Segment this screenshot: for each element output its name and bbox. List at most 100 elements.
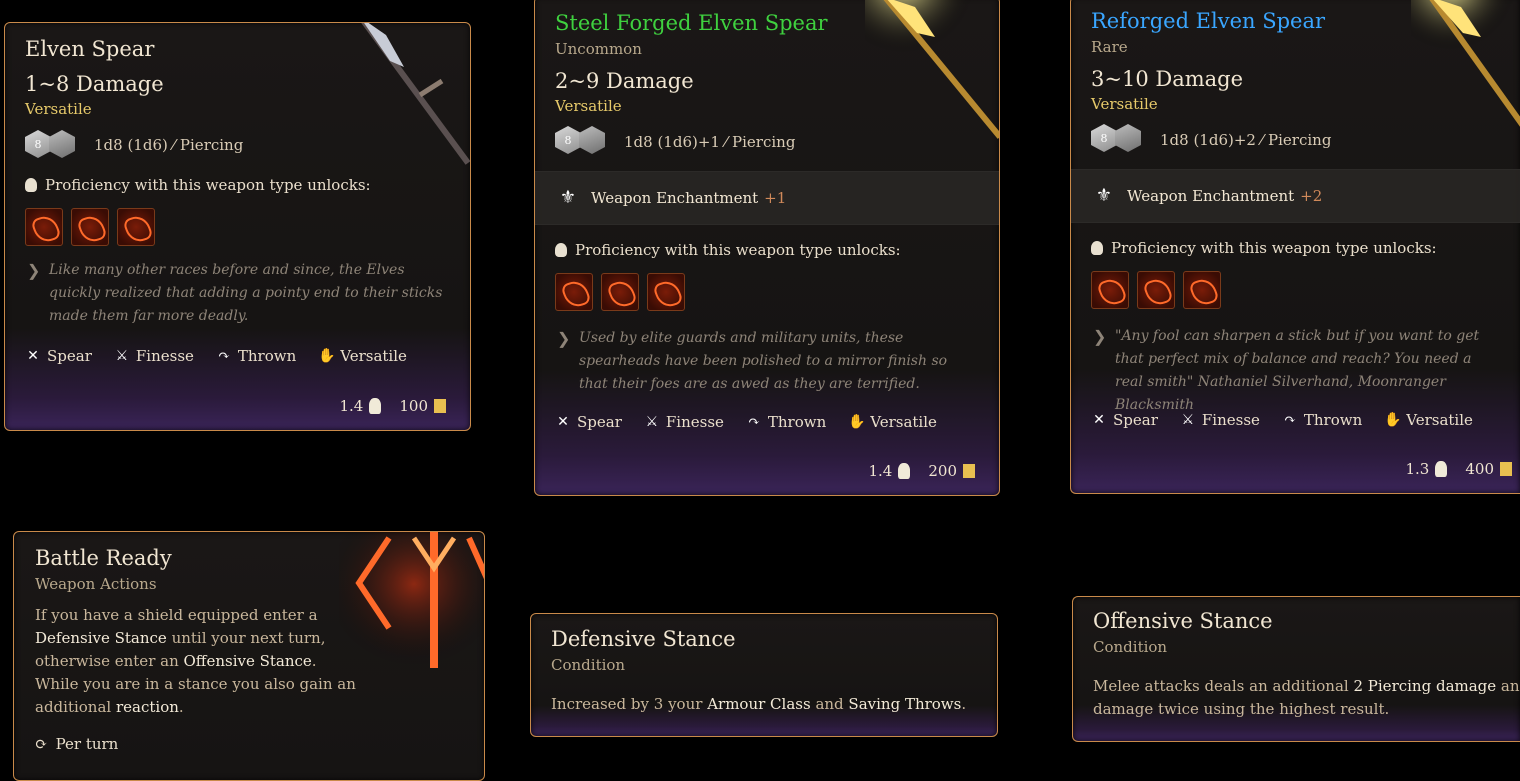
enchantment-bonus: +2 [1300,187,1323,205]
spear-trait-icon: ✕ [1093,412,1105,428]
spear-trait-icon: ✕ [557,414,569,430]
d8-die-icon: 8 [1091,124,1117,152]
keyword-piercing-damage[interactable]: 2 Piercing damage [1353,677,1496,695]
action-icon-1[interactable] [1091,271,1129,309]
item-title: Steel Forged Elven Spear [555,11,828,35]
thrown-icon: ↷ [748,414,760,430]
action-icon-2[interactable] [71,208,109,246]
gold-value: 200 [928,462,957,480]
condition-title: Offensive Stance [1093,609,1273,633]
action-icon-1[interactable] [25,208,63,246]
weight-icon [1435,461,1448,477]
action-subtitle: Weapon Actions [35,575,157,593]
damage-range: 2~9 Damage [555,69,694,93]
action-icons [555,273,685,311]
trait-versatile: ✋ Versatile [848,413,937,431]
hand-icon: ✋ [848,414,866,430]
d8-die-icon: 8 [25,130,51,158]
dice-text: 1d8 (1d6)+2 ⁄ Piercing [1160,131,1332,149]
d8-die-icon: 8 [555,126,581,154]
gold-icon [434,399,446,413]
damage-range: 3~10 Damage [1091,67,1244,91]
battle-ready-tooltip: Battle Ready Weapon Actions If you have … [13,531,485,781]
dice-icons: 8 [555,126,605,154]
d6-die-icon [579,126,605,154]
d6-die-icon [1115,124,1141,152]
condition-description: Melee attacks deals an additional 2 Pier… [1093,677,1520,718]
flavor-text: ❯ Used by elite guards and military unit… [557,329,948,392]
thrown-icon: ↷ [1284,412,1296,428]
dice-icons: 8 [1091,124,1141,152]
action-icons [1091,271,1221,309]
condition-subtitle: Condition [1093,638,1168,656]
action-icon-1[interactable] [555,273,593,311]
spear-icon [361,23,470,165]
enchantment-bonus: +1 [764,189,787,207]
keyword-defensive-stance[interactable]: Defensive Stance [35,629,167,647]
glowing-spear-icon [865,0,999,139]
proficiency-icon [25,178,37,192]
gold-icon [1500,462,1512,476]
piercing-icon: ⁄ [172,136,180,154]
steel-forged-spear-tooltip: Steel Forged Elven Spear Uncommon 2~9 Da… [534,0,1000,496]
action-icons [25,208,155,246]
action-icon-3[interactable] [647,273,685,311]
keyword-offensive-stance[interactable]: Offensive Stance [184,652,312,670]
condition-subtitle: Condition [551,656,626,674]
gold-value: 100 [399,397,428,415]
action-description: If you have a shield equipped enter a De… [35,606,356,716]
proficiency-icon [1091,241,1103,255]
trait-finesse: ⚔ Finesse [115,347,194,365]
enchantment-row: ⚜ Weapon Enchantment +1 [535,171,999,225]
quote-icon: ❯ [27,261,41,280]
flavor-text: ❯ Like many other races before and since… [27,261,443,324]
piercing-icon: ⁄ [1260,131,1269,149]
dice-text: 1d8 (1d6)+1 ⁄ Piercing [624,133,796,151]
cooldown-icon: ⟳ [35,735,48,753]
enchantment-icon: ⚜ [559,187,577,208]
weight-icon [898,463,911,479]
trait-versatile: ✋ Versatile [318,347,407,365]
d6-die-icon [49,130,75,158]
gold-icon [963,464,975,478]
action-icon-3[interactable] [1183,271,1221,309]
weight-value: 1.4 [339,397,364,415]
item-footer: 1.4 200 [868,462,975,480]
damage-range: 1~8 Damage [25,72,164,96]
versatile-label: Versatile [25,100,92,118]
per-turn-label: ⟳ Per turn [35,735,119,753]
item-title: Reforged Elven Spear [1091,9,1326,33]
enchantment-icon: ⚜ [1095,185,1113,206]
proficiency-icon [555,243,567,257]
trait-thrown: ↷ Thrown [746,413,826,431]
thrown-icon: ↷ [218,348,230,364]
finesse-icon: ⚔ [645,414,659,430]
item-footer: 1.4 100 [339,397,446,415]
condition-title: Defensive Stance [551,627,736,651]
reforged-spear-tooltip: Reforged Elven Spear Rare 3~10 Damage Ve… [1070,0,1520,494]
trait-finesse: ⚔ Finesse [1181,411,1260,429]
weapon-traits: ✕ Spear ⚔ Finesse ↷ Thrown ✋ Versatile [25,347,407,365]
keyword-reaction[interactable]: reaction [116,698,179,716]
dice-text: 1d8 (1d6) ⁄ Piercing [94,136,244,154]
weight-value: 1.4 [868,462,893,480]
action-icon-2[interactable] [601,273,639,311]
weapon-traits: ✕ Spear ⚔ Finesse ↷ Thrown ✋ Versatile [555,413,937,431]
weapon-traits: ✕ Spear ⚔ Finesse ↷ Thrown ✋ Versatile [1091,411,1473,429]
trait-finesse: ⚔ Finesse [645,413,724,431]
versatile-label: Versatile [555,97,622,115]
action-icon-2[interactable] [1137,271,1175,309]
offensive-stance-tooltip: Offensive Stance Condition Melee attacks… [1072,596,1520,742]
enchantment-label: Weapon Enchantment [1127,187,1295,205]
rarity-label: Uncommon [555,40,642,58]
hand-icon: ✋ [318,348,336,364]
item-footer: 1.3 400 [1405,460,1512,478]
dice-icons: 8 [25,130,75,158]
keyword-saving-throws[interactable]: Saving Throws [848,695,961,713]
action-icon-3[interactable] [117,208,155,246]
keyword-armour-class[interactable]: Armour Class [707,695,810,713]
versatile-label: Versatile [1091,95,1158,113]
flavor-text: ❯ "Any fool can sharpen a stick but if y… [1093,327,1480,413]
weight-value: 1.3 [1405,460,1430,478]
piercing-icon: ⁄ [724,133,733,151]
